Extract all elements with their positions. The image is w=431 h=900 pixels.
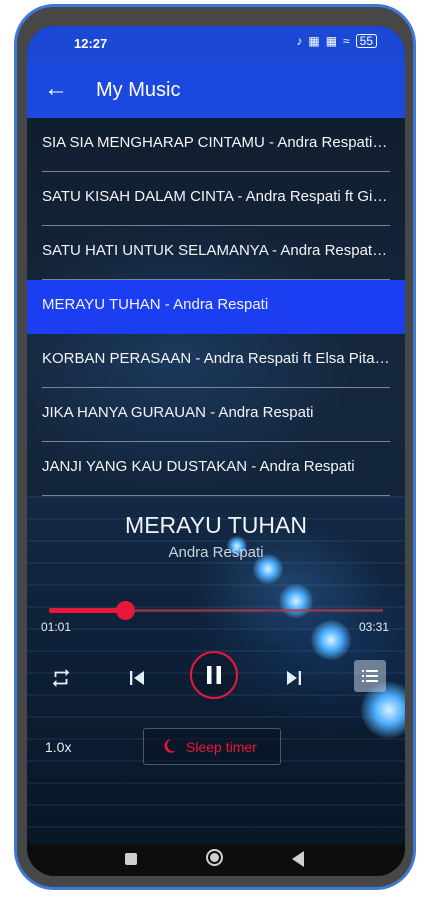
song-label: SATU HATI UNTUK SELAMANYA - Andra Respat… <box>42 242 390 259</box>
queue-button[interactable] <box>354 660 386 692</box>
song-label: SATU KISAH DALAM CINTA - Andra Respati f… <box>42 188 390 205</box>
repeat-button[interactable] <box>47 664 75 692</box>
phone-screen: 12:27 ♪ ▦ ▦ ≈ 55 ← My Music SIA SIA MENG… <box>27 26 405 876</box>
song-label: KORBAN PERASAAN - Andra Respati ft Elsa … <box>42 350 390 367</box>
status-bar: 12:27 ♪ ▦ ▦ ≈ 55 <box>27 26 405 62</box>
list-item[interactable]: SIA SIA MENGHARAP CINTAMU - Andra Respat… <box>42 118 390 172</box>
previous-button[interactable] <box>123 664 151 692</box>
list-item-active[interactable]: MERAYU TUHAN - Andra Respati <box>27 280 405 334</box>
elapsed-time: 01:01 <box>41 620 72 634</box>
seek-progress <box>49 608 126 613</box>
app-bar: ← My Music <box>27 62 405 118</box>
pause-icon <box>207 666 221 684</box>
list-item[interactable]: JANJI YANG KAU DUSTAKAN - Andra Respati <box>42 442 390 496</box>
song-label: JIKA HANYA GURAUAN - Andra Respati <box>42 404 314 421</box>
background-light <box>279 584 313 618</box>
playback-speed[interactable]: 1.0x <box>45 739 71 755</box>
status-time: 12:27 <box>74 36 108 51</box>
page-title: My Music <box>96 79 181 101</box>
signal-icon: ▦ <box>308 34 320 48</box>
song-label: SIA SIA MENGHARAP CINTAMU - Andra Respat… <box>42 134 390 151</box>
recents-icon[interactable] <box>125 853 137 865</box>
pause-button[interactable] <box>190 651 238 699</box>
now-playing-title: MERAYU TUHAN <box>125 512 307 538</box>
wifi-icon: ≈ <box>343 34 350 48</box>
sleep-timer-label: Sleep timer <box>186 739 257 755</box>
queue-list-icon <box>362 670 378 682</box>
total-duration: 03:31 <box>358 620 389 634</box>
background-light <box>311 620 351 660</box>
system-nav-bar <box>27 844 405 876</box>
previous-icon <box>130 671 144 685</box>
battery-icon: 55 <box>355 34 377 48</box>
repeat-icon <box>52 668 70 688</box>
list-item[interactable]: SATU KISAH DALAM CINTA - Andra Respati f… <box>42 172 390 226</box>
sleep-timer-button[interactable]: Sleep timer <box>143 728 281 765</box>
moon-icon <box>164 739 176 753</box>
now-playing-artist: Andra Respati <box>168 544 264 561</box>
next-button[interactable] <box>280 664 308 692</box>
mute-alarm-icon: ♪ <box>296 34 303 48</box>
song-list: SIA SIA MENGHARAP CINTAMU - Andra Respat… <box>27 118 405 496</box>
list-item[interactable]: JIKA HANYA GURAUAN - Andra Respati <box>42 388 390 442</box>
list-item[interactable]: KORBAN PERASAAN - Andra Respati ft Elsa … <box>42 334 390 388</box>
status-icons: ♪ ▦ ▦ ≈ 55 <box>296 34 377 48</box>
next-icon <box>287 671 301 685</box>
signal-icon: ▦ <box>325 34 338 48</box>
song-label: JANJI YANG KAU DUSTAKAN - Andra Respati <box>42 458 355 475</box>
back-arrow-icon[interactable]: ← <box>41 74 71 104</box>
home-icon-dot <box>210 853 219 862</box>
nav-back-icon[interactable] <box>292 851 304 867</box>
song-label: MERAYU TUHAN - Andra Respati <box>42 296 269 313</box>
list-item[interactable]: SATU HATI UNTUK SELAMANYA - Andra Respat… <box>42 226 390 280</box>
